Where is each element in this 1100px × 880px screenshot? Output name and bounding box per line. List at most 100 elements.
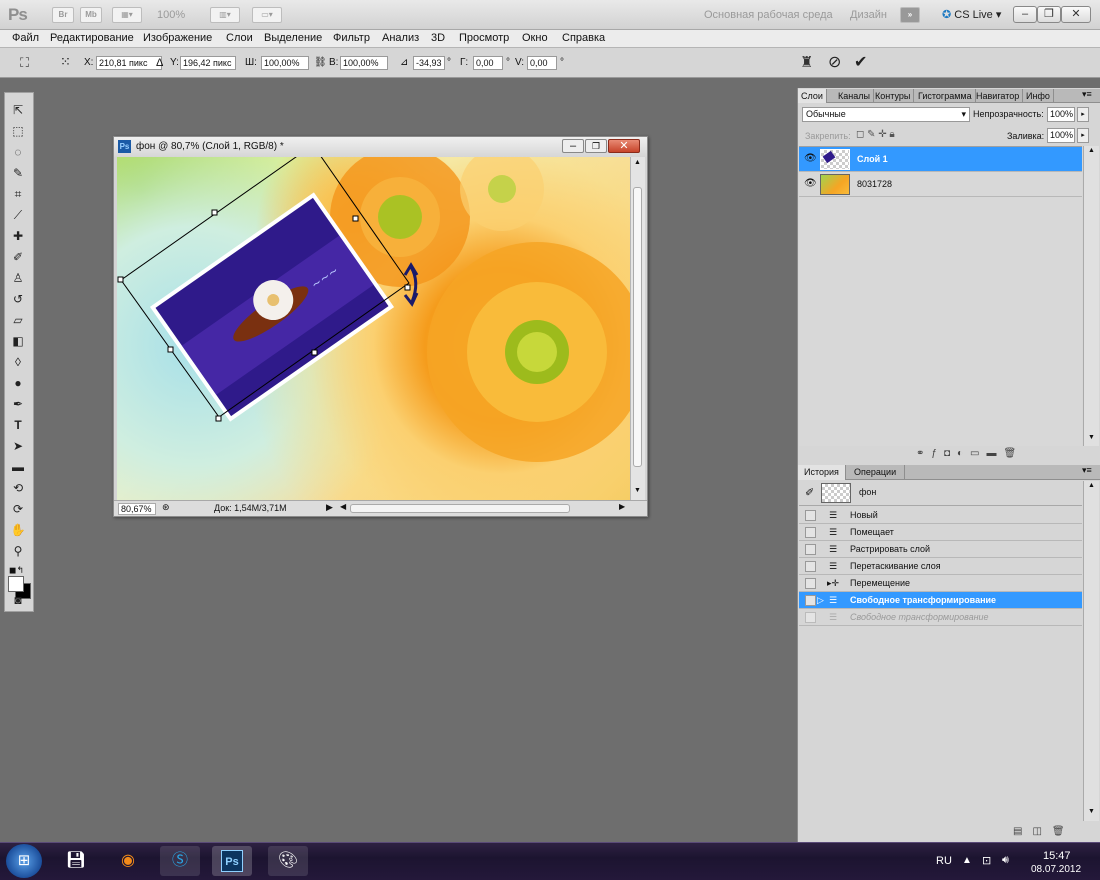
tab-channels[interactable]: Каналы (835, 89, 874, 103)
3d-orbit-icon[interactable]: ⟳ (9, 500, 27, 518)
layer-row-8031728[interactable]: 👁︎ 8031728 (799, 172, 1082, 197)
scroll-up-icon[interactable]: ▲ (1088, 147, 1095, 154)
x-field[interactable]: 210,81 пикс (96, 56, 162, 70)
healing-brush-icon[interactable]: ✚ (9, 227, 27, 245)
history-item[interactable]: ☰ Новый (799, 507, 1082, 524)
scroll-down-icon[interactable]: ▼ (1088, 808, 1095, 815)
transform-tool-icon[interactable]: ⛶ (20, 55, 29, 71)
move-tool-icon[interactable]: ⇱ (9, 101, 27, 119)
history-state-slider-icon[interactable]: ▷ (817, 592, 824, 609)
tab-actions[interactable]: Операции (846, 465, 906, 480)
tab-navigator[interactable]: Навигатор (973, 89, 1024, 103)
workspace-essentials[interactable]: Основная рабочая среда (704, 9, 833, 21)
scroll-left-icon[interactable]: ◀ (340, 502, 346, 511)
quick-selection-icon[interactable]: ✎ (9, 164, 27, 182)
screen-mode-button[interactable]: ▭▾ (252, 7, 282, 23)
layer-row-sloy1[interactable]: 👁︎ Слой 1 (799, 147, 1082, 172)
blur-tool-icon[interactable]: ◊ (9, 353, 27, 371)
horizontal-scroll-thumb[interactable] (350, 504, 570, 513)
default-colors-icon[interactable]: ◼↰ (9, 565, 24, 576)
tab-info[interactable]: Инфо (1023, 89, 1054, 103)
y-field[interactable]: 196,42 пикс (180, 56, 236, 70)
history-footer-icons[interactable]: ▤◫🗑︎ (1013, 826, 1075, 837)
lock-icons[interactable]: ◻ ✎ ✛ 🔒︎ (856, 129, 895, 140)
menu-filter[interactable]: Фильтр (333, 32, 370, 44)
tab-paths[interactable]: Контуры (872, 89, 915, 103)
history-checkbox[interactable] (805, 595, 816, 606)
zoom-level[interactable]: 100% (157, 9, 185, 21)
status-menu-icon[interactable]: ▶ (326, 502, 333, 513)
mini-bridge-button[interactable]: Mb (80, 7, 102, 23)
close-button[interactable]: ✕ (1061, 6, 1091, 23)
menu-window[interactable]: Окно (522, 32, 548, 44)
scroll-up-icon[interactable]: ▲ (1088, 482, 1095, 489)
taskbar-paint-icon[interactable]: 🎨︎ (268, 846, 308, 876)
warp-icon[interactable]: ♜ (800, 53, 813, 71)
document-info[interactable]: Док: 1,54M/3,71M (214, 503, 287, 513)
eraser-tool-icon[interactable]: ▱ (9, 311, 27, 329)
taskbar-save-icon[interactable]: 💾︎ (56, 846, 96, 876)
path-selection-icon[interactable]: ➤ (9, 437, 27, 455)
width-field[interactable]: 100,00% (261, 56, 309, 70)
reference-point-icon[interactable]: ⁙ (60, 54, 71, 70)
history-brush-icon[interactable]: ↺ (9, 290, 27, 308)
history-item[interactable]: ☰ Растрировать слой (799, 541, 1082, 558)
type-tool-icon[interactable]: T (9, 416, 27, 434)
pen-tool-icon[interactable]: ✒ (9, 395, 27, 413)
history-scrollbar[interactable]: ▲ ▼ (1083, 481, 1099, 821)
network-icon[interactable]: ⊡ (982, 854, 991, 867)
history-brush-source-icon[interactable]: ✐ (805, 486, 814, 499)
eyedropper-icon[interactable]: ⟋ (9, 206, 27, 224)
history-item[interactable]: ☰ Помещает (799, 524, 1082, 541)
history-checkbox[interactable] (805, 527, 816, 538)
lasso-tool-icon[interactable]: ◌ (9, 143, 27, 161)
taskbar-skype-icon[interactable]: Ⓢ (160, 846, 200, 876)
history-checkbox[interactable] (805, 510, 816, 521)
paint-bucket-icon[interactable]: ◧ (9, 332, 27, 350)
scroll-down-icon[interactable]: ▼ (634, 487, 641, 494)
menu-3d[interactable]: 3D (431, 32, 445, 44)
taskbar-photoshop-icon[interactable]: Ps (212, 846, 252, 876)
tray-show-hidden-icon[interactable]: ▲ (962, 855, 972, 866)
doc-close-button[interactable]: ✕ (608, 139, 640, 153)
foreground-color-swatch[interactable] (8, 576, 24, 592)
dodge-tool-icon[interactable]: ● (9, 374, 27, 392)
clock-date[interactable]: 08.07.2012 (1031, 864, 1081, 875)
zoom-field[interactable]: 80,67% (118, 503, 156, 515)
history-item-selected[interactable]: ▷ ☰ Свободное трансформирование (799, 592, 1082, 609)
history-item-undone[interactable]: ☰ Свободное трансформирование (799, 609, 1082, 626)
opacity-slider-icon[interactable]: ▸ (1077, 107, 1089, 122)
fill-slider-icon[interactable]: ▸ (1077, 128, 1089, 143)
volume-icon[interactable]: 🔊︎ (1002, 854, 1009, 867)
brush-tool-icon[interactable]: ✐ (9, 248, 27, 266)
taskbar-firefox-icon[interactable]: ◉ (108, 846, 148, 876)
history-item[interactable]: ☰ Перетаскивание слоя (799, 558, 1082, 575)
menu-select[interactable]: Выделение (264, 32, 322, 44)
cs-live-menu[interactable]: ✪ CS Live ▾ (942, 8, 1001, 21)
3d-rotate-icon[interactable]: ⟲ (9, 479, 27, 497)
menu-edit[interactable]: Редактирование (50, 32, 134, 44)
vertical-scrollbar[interactable]: ▲ ▼ (630, 157, 645, 500)
arrange-documents-button[interactable]: ▥▾ (210, 7, 240, 23)
history-checkbox[interactable] (805, 578, 816, 589)
angle-field[interactable]: -34,93 (413, 56, 445, 70)
language-indicator[interactable]: RU (936, 855, 952, 867)
restore-button[interactable]: ❐ (1037, 6, 1061, 23)
relative-position-icon[interactable]: Δ (156, 57, 163, 69)
menu-layers[interactable]: Слои (226, 32, 253, 44)
document-title-bar[interactable]: Ps фон @ 80,7% (Слой 1, RGB/8) * – ❐ ✕ (114, 137, 647, 157)
cancel-transform-icon[interactable]: ⊘ (828, 52, 841, 72)
clock-time[interactable]: 15:47 (1043, 850, 1071, 862)
bridge-button[interactable]: Br (52, 7, 74, 23)
start-button[interactable]: ⊞ (6, 844, 42, 878)
rectangle-tool-icon[interactable]: ▬ (9, 458, 27, 476)
link-proportions-icon[interactable]: ⛓ (314, 57, 327, 68)
history-checkbox[interactable] (805, 612, 816, 623)
zoom-tool-icon[interactable]: ⚲ (9, 542, 27, 560)
tab-histogram[interactable]: Гистограмма (915, 89, 976, 103)
eye-icon[interactable]: 👁︎ (804, 178, 817, 189)
menu-view[interactable]: Просмотр (459, 32, 509, 44)
opacity-field[interactable]: 100% (1047, 107, 1075, 122)
image-canvas[interactable]: ~~~ (117, 157, 630, 500)
layer-name[interactable]: Слой 1 (857, 154, 888, 164)
